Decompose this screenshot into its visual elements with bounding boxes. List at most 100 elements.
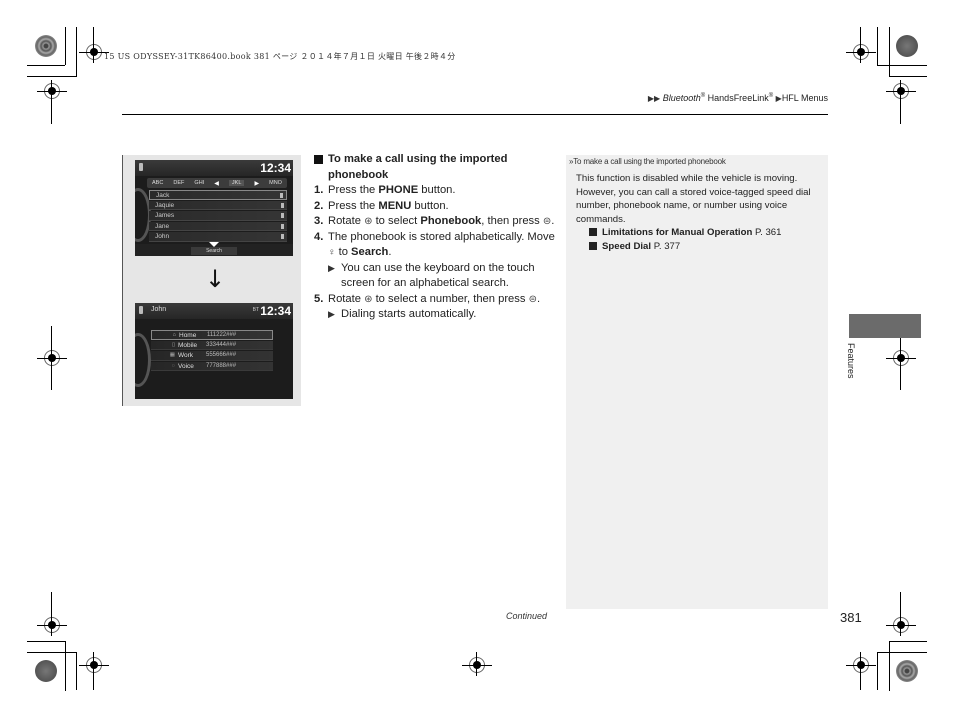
crop-line: [889, 641, 927, 642]
contact-name: John: [155, 233, 170, 240]
mobile-icon: [281, 223, 284, 229]
crop-line: [877, 65, 927, 66]
crop-line: [889, 76, 927, 77]
phonebook-list-screen: 12:34 ABC DEF GHI ◀ JKL ▶ MNO Jack Jaqui…: [135, 160, 293, 256]
instructions: To make a call using the imported phoneb…: [314, 152, 560, 323]
step-2: 2. Press the MENU button.: [314, 199, 560, 215]
crop-line: [51, 80, 52, 124]
crop-line: [476, 652, 477, 676]
tab-abc[interactable]: ABC: [152, 180, 163, 186]
ref-title[interactable]: Limitations for Manual Operation: [602, 227, 752, 238]
note-title-text: To make a call using the imported phoneb…: [573, 157, 726, 166]
list-item[interactable]: Jaquie: [149, 200, 287, 210]
crop-line: [76, 27, 77, 77]
tab-jkl[interactable]: JKL: [228, 180, 245, 186]
note-title: »To make a call using the imported phone…: [569, 157, 726, 166]
ref-title[interactable]: Speed Dial: [602, 241, 651, 252]
breadcrumb-bluetooth: Bluetooth: [662, 93, 701, 103]
crop-line: [93, 652, 94, 690]
cross-reference-link[interactable]: Speed Dial P. 377: [576, 240, 821, 254]
crop-line: [889, 27, 890, 77]
list-item[interactable]: ⌂ Home 111222###: [151, 330, 273, 340]
side-note: »To make a call using the imported phone…: [566, 155, 828, 609]
registration-mark-icon: [886, 83, 916, 99]
contact-name: Jane: [155, 222, 170, 230]
step-text: button.: [418, 184, 456, 196]
section-title: To make a call using the imported phoneb…: [314, 152, 560, 183]
move-dial-icon: ♀: [328, 247, 336, 258]
number-label: Mobile: [178, 341, 198, 349]
number-list: ⌂ Home 111222### ▯ Mobile 333444### ▦ Work 555…: [151, 330, 273, 372]
step-text: .: [388, 246, 392, 258]
crop-line: [877, 652, 927, 653]
step-text: .: [536, 292, 541, 305]
crop-line: [51, 592, 52, 636]
page-number: 381: [840, 610, 862, 625]
crop-line: [51, 326, 52, 390]
chapter-label: Features: [846, 343, 856, 379]
crop-line: [65, 641, 66, 691]
phone-number: 555666###: [206, 352, 237, 358]
mobile-icon: [281, 202, 284, 208]
step-5: 5. Rotate ⊛ to select a number, then pres…: [314, 292, 560, 308]
crop-line: [27, 652, 77, 653]
list-item[interactable]: ◌ Voice 777888###: [151, 361, 273, 371]
search-button[interactable]: Search: [191, 247, 237, 255]
list-item[interactable]: Jack: [149, 190, 287, 200]
arrow-right-icon[interactable]: ▶: [254, 180, 259, 187]
chapter-tab[interactable]: [849, 314, 921, 338]
selector-knob-graphic: [135, 333, 151, 387]
list-item[interactable]: Jane: [149, 221, 287, 231]
tab-ghi[interactable]: GHI: [194, 180, 204, 186]
tab-def[interactable]: DEF: [173, 180, 184, 186]
crop-line: [877, 27, 878, 65]
list-item[interactable]: James: [149, 211, 287, 221]
phone-number: 111222###: [207, 332, 237, 338]
clock: 12:34: [260, 304, 291, 318]
step-text: to select: [372, 215, 421, 227]
mobile-icon: [281, 213, 284, 218]
contact-list: Jack Jaquie James Jane John: [149, 190, 287, 243]
arrow-left-icon[interactable]: ◀: [214, 180, 219, 187]
breadcrumb-item-hfl[interactable]: HandsFreeLink: [705, 93, 769, 103]
list-item[interactable]: John: [149, 232, 287, 242]
tab-mno[interactable]: MNO: [269, 180, 282, 186]
breadcrumb-item-menus[interactable]: HFL Menus: [782, 93, 828, 103]
crop-line: [900, 80, 901, 124]
step-text: The phonebook is stored alphabetically. …: [328, 230, 555, 243]
list-item[interactable]: ▯ Mobile 333444###: [151, 340, 273, 350]
print-header: 15 US ODYSSEY-31TK86400.book 381 ページ ２０１…: [104, 52, 456, 61]
registration-mark-icon: [846, 657, 876, 673]
color-registration-icon: [35, 35, 57, 57]
contact-name: James: [155, 212, 175, 219]
registration-mark-icon: [37, 83, 67, 99]
mobile-icon: [281, 234, 284, 239]
step-number: 3.: [314, 215, 324, 227]
clock: 12:34: [260, 161, 291, 175]
crop-line: [860, 27, 861, 63]
list-item[interactable]: ▦ Work 555666###: [151, 351, 273, 361]
step-text: button.: [411, 199, 449, 212]
press-dial-icon: ⊜: [542, 216, 552, 227]
cross-reference-link[interactable]: Limitations for Manual Operation P. 361: [576, 226, 821, 240]
phone-number: 777888###: [206, 362, 237, 369]
step-text: to select a number, then press: [372, 292, 529, 305]
ref-page: P. 377: [651, 240, 681, 252]
voice-icon: ◌: [171, 362, 175, 369]
note-body: This function is disabled while the vehi…: [576, 172, 821, 253]
crop-line: [76, 652, 77, 690]
number-label: Work: [178, 352, 194, 359]
color-registration-icon: [35, 660, 57, 682]
step-text: to: [335, 246, 352, 258]
contact-name: Jack: [156, 192, 170, 199]
arrow-down-icon: ↓: [205, 265, 226, 293]
registration-mark-icon: [846, 44, 876, 60]
crop-line: [93, 27, 94, 63]
work-icon: ▦: [169, 352, 175, 358]
contact-name: Jaquie: [155, 201, 175, 209]
step-text: Rotate: [328, 292, 365, 305]
registration-mark-icon: [37, 350, 67, 366]
crop-line: [65, 27, 66, 65]
note-text: This function is disabled while the vehi…: [576, 173, 811, 225]
status-bar: John BT 12:34: [135, 303, 293, 319]
